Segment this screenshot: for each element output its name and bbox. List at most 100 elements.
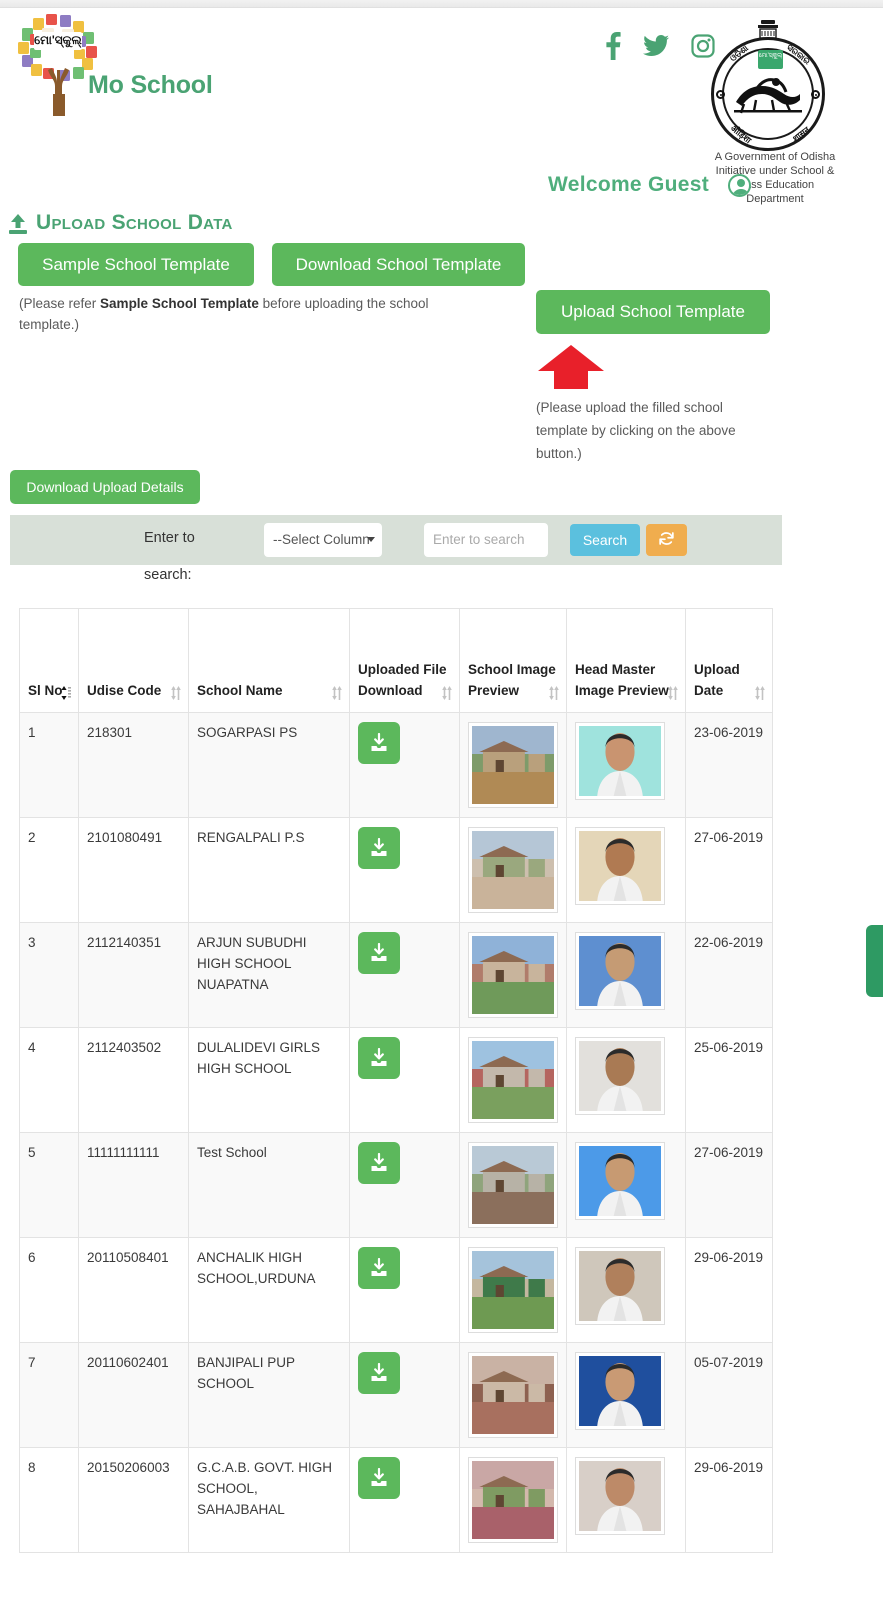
download-icon-button[interactable]	[358, 722, 400, 764]
column-header-head-master-image-preview[interactable]: Head Master Image Preview	[566, 608, 686, 713]
refresh-button[interactable]	[646, 524, 687, 556]
cell-head-master-image	[566, 1027, 686, 1133]
column-header-udise-code[interactable]: Udise Code	[78, 608, 189, 713]
headmaster-photo	[579, 1251, 661, 1321]
download-icon	[371, 1468, 387, 1486]
download-icon	[371, 733, 387, 751]
cell-sl-no: 8	[19, 1447, 79, 1553]
cell-sl-no: 4	[19, 1027, 79, 1133]
download-icon-button[interactable]	[358, 1142, 400, 1184]
school-image-thumbnail[interactable]	[468, 827, 558, 913]
brand-name: Mo School	[88, 71, 213, 99]
sample-school-template-button[interactable]: Sample School Template	[18, 243, 254, 286]
head-master-image-thumbnail[interactable]	[575, 1142, 665, 1220]
cell-head-master-image	[566, 1237, 686, 1343]
headmaster-photo	[579, 1041, 661, 1111]
cell-school-name: ANCHALIK HIGH SCHOOL,URDUNA	[188, 1237, 350, 1343]
head-master-image-thumbnail[interactable]	[575, 1352, 665, 1430]
school-photo	[472, 936, 554, 1014]
cell-sl-no: 3	[19, 922, 79, 1028]
cell-school-image	[459, 1132, 567, 1238]
school-image-thumbnail[interactable]	[468, 1037, 558, 1123]
cell-sl-no: 1	[19, 712, 79, 818]
school-image-thumbnail[interactable]	[468, 1457, 558, 1543]
select-column-value: --Select Column	[273, 532, 370, 547]
school-image-thumbnail[interactable]	[468, 1247, 558, 1333]
upload-icon	[9, 214, 27, 234]
school-photo	[472, 726, 554, 804]
cell-sl-no: 7	[19, 1342, 79, 1448]
head-master-image-thumbnail[interactable]	[575, 932, 665, 1010]
sort-icon-active	[61, 686, 71, 700]
headmaster-photo	[579, 726, 661, 796]
cell-head-master-image	[566, 712, 686, 818]
user-avatar-icon[interactable]	[728, 174, 751, 197]
school-image-thumbnail[interactable]	[468, 1142, 558, 1228]
cell-head-master-image	[566, 922, 686, 1028]
note-pre: (Please refer	[19, 296, 101, 311]
cell-download	[349, 1342, 460, 1448]
download-icon-button[interactable]	[358, 932, 400, 974]
cell-upload-date: 22-06-2019	[685, 922, 773, 1028]
download-icon-button[interactable]	[358, 1457, 400, 1499]
table-row: 8 20150206003 G.C.A.B. GOVT. HIGH SCHOOL…	[19, 1447, 773, 1553]
search-label-line1: Enter to	[144, 530, 195, 546]
side-tab[interactable]	[866, 925, 883, 997]
school-photo	[472, 1251, 554, 1329]
cell-udise-code: 11111111111	[78, 1132, 189, 1238]
column-header-sl-no[interactable]: Sl No	[19, 608, 79, 713]
headmaster-photo	[579, 831, 661, 901]
facebook-icon[interactable]	[605, 32, 621, 60]
school-image-thumbnail[interactable]	[468, 932, 558, 1018]
download-icon-button[interactable]	[358, 1037, 400, 1079]
cell-sl-no: 2	[19, 817, 79, 923]
search-input[interactable]: Enter to search	[424, 523, 548, 557]
cell-school-name: ARJUN SUBUDHI HIGH SCHOOL NUAPATNA	[188, 922, 350, 1028]
table-row: 5 11111111111 Test School 27-06-2019	[19, 1132, 773, 1238]
social-links	[605, 32, 715, 60]
column-label: Sl No	[28, 683, 63, 698]
cell-head-master-image	[566, 1132, 686, 1238]
download-school-template-button[interactable]: Download School Template	[272, 243, 525, 286]
search-label-line2: search:	[144, 567, 192, 583]
cell-download	[349, 817, 460, 923]
download-upload-details-button[interactable]: Download Upload Details	[10, 470, 200, 504]
search-button[interactable]: Search	[570, 524, 640, 556]
column-label: School Name	[197, 683, 283, 698]
select-column-dropdown[interactable]: --Select Column	[264, 523, 382, 557]
head-master-image-thumbnail[interactable]	[575, 722, 665, 800]
head-master-image-thumbnail[interactable]	[575, 827, 665, 905]
red-up-arrow-icon	[538, 345, 604, 389]
brand[interactable]: ମୋ'ସ୍କୁଲ୍ Mo School	[14, 12, 213, 116]
mo-school-badge: ମୋ'ସ୍କୁଲ୍	[758, 50, 783, 69]
cell-head-master-image	[566, 817, 686, 923]
cell-upload-date: 27-06-2019	[685, 817, 773, 923]
head-master-image-thumbnail[interactable]	[575, 1037, 665, 1115]
cell-upload-date: 29-06-2019	[685, 1237, 773, 1343]
cell-school-name: BANJIPALI PUP SCHOOL	[188, 1342, 350, 1448]
headmaster-photo	[579, 1461, 661, 1531]
cell-upload-date: 25-06-2019	[685, 1027, 773, 1133]
column-header-school-image-preview[interactable]: School Image Preview	[459, 608, 567, 713]
cell-udise-code: 20110602401	[78, 1342, 189, 1448]
cell-school-image	[459, 1342, 567, 1448]
sort-icon	[755, 686, 765, 700]
school-image-thumbnail[interactable]	[468, 1352, 558, 1438]
cell-upload-date: 23-06-2019	[685, 712, 773, 818]
head-master-image-thumbnail[interactable]	[575, 1457, 665, 1535]
page-title: Upload School Data	[36, 211, 233, 234]
sort-icon	[549, 686, 559, 700]
school-image-thumbnail[interactable]	[468, 722, 558, 808]
download-icon-button[interactable]	[358, 1352, 400, 1394]
column-header-upload-date[interactable]: Upload Date	[685, 608, 773, 713]
head-master-image-thumbnail[interactable]	[575, 1247, 665, 1325]
upload-school-template-button[interactable]: Upload School Template	[536, 290, 770, 334]
column-header-school-name[interactable]: School Name	[188, 608, 350, 713]
cell-udise-code: 2112403502	[78, 1027, 189, 1133]
download-icon-button[interactable]	[358, 827, 400, 869]
mo-school-tree-logo-icon: ମୋ'ସ୍କୁଲ୍	[14, 12, 102, 116]
column-header-uploaded-file-download[interactable]: Uploaded File Download	[349, 608, 460, 713]
twitter-icon[interactable]	[643, 35, 669, 57]
download-icon-button[interactable]	[358, 1247, 400, 1289]
cell-download	[349, 1237, 460, 1343]
